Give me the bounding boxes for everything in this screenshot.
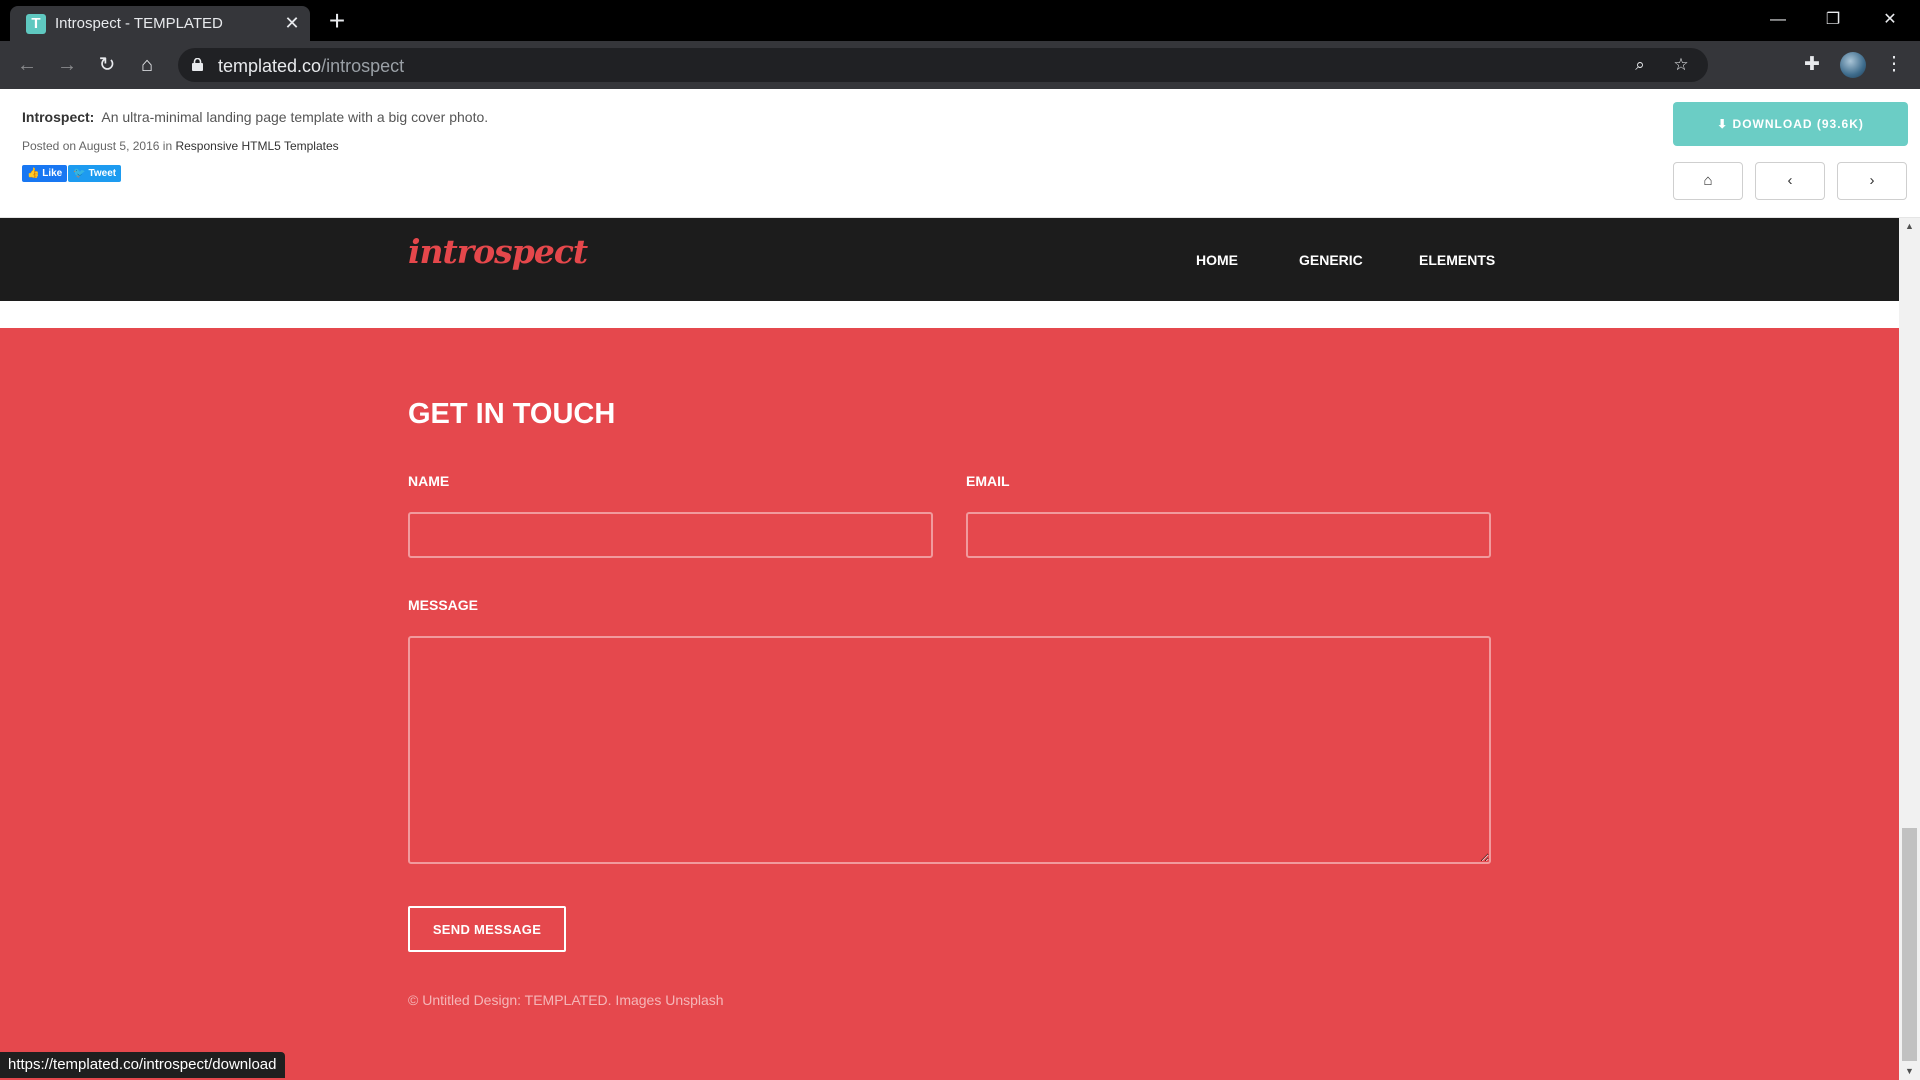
message-label: MESSAGE <box>408 597 479 613</box>
template-description: An ultra-minimal landing page template w… <box>101 109 489 125</box>
tab-title: Introspect - TEMPLATED <box>55 15 223 32</box>
close-window-button[interactable]: ✕ <box>1868 4 1912 36</box>
site-logo[interactable]: introspect <box>408 232 588 271</box>
browser-tab-strip: T Introspect - TEMPLATED ✕ + — ❐ ✕ <box>0 0 1920 41</box>
scroll-up-arrow-icon[interactable]: ▲ <box>1899 218 1920 235</box>
template-name: Introspect: <box>22 109 95 125</box>
home-icon: ⌂ <box>1703 172 1713 189</box>
lock-icon <box>192 58 203 71</box>
chevron-right-icon: › <box>1869 172 1875 189</box>
browser-menu-icon[interactable]: ⋮ <box>1880 51 1908 79</box>
message-textarea[interactable] <box>408 636 1491 864</box>
download-button[interactable]: ⬇ DOWNLOAD (93.6K) <box>1673 102 1908 146</box>
section-spacer <box>0 301 1899 328</box>
browser-toolbar: ← → ↻ ⌂ templated.co/introspect ⌕ ☆ ✚ ⋮ <box>0 41 1920 89</box>
page-scrollbar[interactable]: ▲ ▼ <box>1899 218 1920 1080</box>
extensions-puzzle-icon[interactable]: ✚ <box>1798 51 1826 79</box>
scrollbar-thumb[interactable] <box>1902 828 1917 1061</box>
download-label: DOWNLOAD (93.6K) <box>1732 117 1864 131</box>
template-summary: Introspect: An ultra-minimal landing pag… <box>22 109 488 125</box>
url-host: templated.co <box>218 56 322 76</box>
reload-button[interactable]: ↻ <box>93 51 121 79</box>
chevron-left-icon: ‹ <box>1787 172 1793 189</box>
scroll-down-arrow-icon[interactable]: ▼ <box>1899 1063 1920 1080</box>
name-input[interactable] <box>408 512 933 558</box>
nav-elements[interactable]: ELEMENTS <box>1419 252 1495 268</box>
back-button[interactable]: ← <box>13 51 41 79</box>
tab-favicon-icon: T <box>26 14 46 34</box>
url-path: /introspect <box>321 56 405 76</box>
category-link[interactable]: Responsive HTML5 Templates <box>175 139 338 153</box>
tweet-label: Tweet <box>88 168 117 179</box>
minimize-window-button[interactable]: — <box>1756 4 1800 36</box>
contact-heading: GET IN TOUCH <box>408 398 616 430</box>
forward-button[interactable]: → <box>53 51 81 79</box>
contact-section: GET IN TOUCH NAME EMAIL MESSAGE SEND MES… <box>0 328 1899 1080</box>
profile-avatar[interactable] <box>1840 52 1866 78</box>
restore-window-button[interactable]: ❐ <box>1811 4 1855 36</box>
download-icon: ⬇ <box>1717 117 1729 131</box>
copyright-text: © Untitled Design: TEMPLATED. Images Uns… <box>408 992 724 1008</box>
next-template-button[interactable]: › <box>1837 162 1907 200</box>
send-message-button[interactable]: SEND MESSAGE <box>408 906 566 952</box>
name-label: NAME <box>408 473 450 489</box>
browser-tab[interactable]: T Introspect - TEMPLATED ✕ <box>10 6 310 41</box>
previous-template-button[interactable]: ‹ <box>1755 162 1825 200</box>
posted-info: Posted on August 5, 2016 in Responsive H… <box>22 139 339 153</box>
home-button[interactable]: ⌂ <box>133 51 161 79</box>
tweet-button[interactable]: 🐦 Tweet <box>68 165 122 182</box>
url-text: templated.co/introspect <box>218 56 404 77</box>
nav-home[interactable]: HOME <box>1196 252 1238 268</box>
like-label: Like <box>42 168 63 179</box>
new-tab-button[interactable]: + <box>322 6 352 36</box>
home-nav-button[interactable]: ⌂ <box>1673 162 1743 200</box>
nav-generic[interactable]: GENERIC <box>1299 252 1363 268</box>
social-buttons: 👍 Like 🐦 Tweet <box>22 165 122 182</box>
tab-close-icon[interactable]: ✕ <box>280 11 304 35</box>
templated-info-bar: Introspect: An ultra-minimal landing pag… <box>0 89 1920 218</box>
address-bar[interactable]: templated.co/introspect ⌕ ☆ <box>178 48 1708 82</box>
site-header: introspect HOME GENERIC ELEMENTS <box>0 218 1899 301</box>
email-input[interactable] <box>966 512 1491 558</box>
bookmark-star-icon[interactable]: ☆ <box>1670 54 1692 76</box>
email-label: EMAIL <box>966 473 1010 489</box>
posted-date: Posted on August 5, 2016 in <box>22 139 176 153</box>
facebook-like-button[interactable]: 👍 Like <box>22 165 68 182</box>
zoom-icon[interactable]: ⌕ <box>1629 54 1651 76</box>
link-status-bubble: https://templated.co/introspect/download <box>0 1052 285 1078</box>
